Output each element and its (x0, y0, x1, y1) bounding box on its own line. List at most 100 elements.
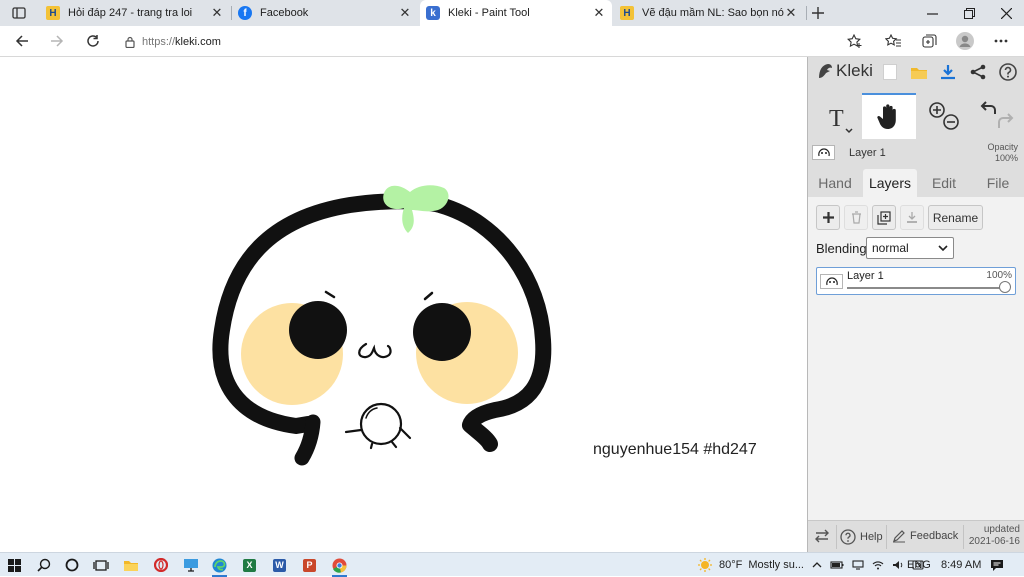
tab-layers[interactable]: Layers (863, 169, 917, 197)
blending-mode-select[interactable]: normal (866, 237, 954, 259)
close-window-button[interactable] (988, 0, 1024, 26)
settings-more-button[interactable] (990, 31, 1012, 51)
kleki-header: Kleki (808, 57, 1024, 87)
excel-app-button[interactable]: X (235, 553, 264, 577)
chrome-app-button[interactable] (325, 553, 354, 577)
footer-help-label: Help (860, 531, 883, 543)
download-button[interactable] (938, 62, 958, 82)
volume-icon[interactable] (892, 560, 904, 570)
address-toolbar: https://kleki.com (0, 26, 1024, 57)
share-button[interactable] (968, 62, 988, 82)
address-bar[interactable]: https://kleki.com (118, 29, 878, 54)
clock[interactable]: 8:49 AM (941, 553, 981, 577)
tab-hoidap247[interactable]: H Hỏi đáp 247 - trang tra loi ✕ (40, 0, 230, 26)
wifi-icon[interactable] (872, 560, 884, 570)
swap-arrows-icon (815, 529, 829, 543)
close-tab-icon[interactable]: ✕ (784, 5, 798, 21)
hand-tool-button[interactable] (862, 93, 916, 139)
open-image-button[interactable] (909, 62, 929, 82)
help-button[interactable] (998, 62, 1018, 82)
tab-title: Kleki - Paint Tool (448, 7, 530, 19)
restore-button[interactable] (951, 0, 987, 26)
chevron-up-icon[interactable] (812, 560, 822, 570)
undo-redo-buttons[interactable] (972, 93, 1022, 139)
tab-actions-button[interactable] (0, 0, 38, 26)
url-scheme: https:// (142, 35, 176, 48)
minimize-button[interactable] (914, 0, 950, 26)
tab-facebook[interactable]: f Facebook ✕ (232, 0, 418, 26)
powerpoint-icon: P (303, 558, 316, 572)
add-layer-button[interactable] (816, 205, 840, 230)
task-view-button[interactable] (86, 553, 115, 577)
opera-app-button[interactable] (146, 553, 175, 577)
swap-side-button[interactable] (814, 529, 830, 543)
new-tab-button[interactable] (808, 0, 828, 26)
cortana-button[interactable] (57, 553, 86, 577)
hoidap247-icon: H (46, 6, 60, 20)
layer-item[interactable]: Layer 1 100% (816, 267, 1016, 295)
search-button[interactable] (29, 553, 58, 577)
trash-icon (851, 211, 861, 224)
edge-app-button[interactable] (205, 553, 234, 577)
language-indicator[interactable]: ENG (907, 553, 931, 577)
layers-panel: Rename Blending normal Layer 1 100% (808, 197, 1024, 520)
tab-kleki[interactable]: k Kleki - Paint Tool ✕ (420, 0, 612, 26)
tab-divider (806, 6, 807, 20)
close-tab-icon[interactable]: ✕ (210, 5, 224, 21)
desktop-app-button[interactable] (176, 553, 205, 577)
layer-opacity-slider-handle[interactable] (999, 281, 1011, 293)
lock-icon (118, 36, 142, 48)
footer-feedback-button[interactable]: Feedback (892, 529, 958, 543)
tab-edit[interactable]: Edit (917, 169, 971, 197)
start-button[interactable] (0, 553, 29, 577)
blending-label: Blending (816, 241, 867, 256)
kleki-logo[interactable]: Kleki (816, 61, 873, 81)
tab-ve-dau-mam[interactable]: H Vẽ đậu mầm NL: Sao bọn nó yêu ✕ (614, 0, 804, 26)
layer-name: Layer 1 (847, 270, 884, 282)
little-body (359, 402, 403, 446)
zoom-buttons[interactable] (920, 93, 970, 139)
back-arrow-icon (15, 35, 28, 47)
active-layer-preview[interactable]: Layer 1 Opacity 100% (812, 142, 1021, 164)
battery-icon[interactable] (830, 560, 844, 570)
text-tool-button[interactable]: T (808, 93, 862, 139)
network-icon[interactable] (852, 560, 864, 570)
profile-button[interactable] (954, 31, 976, 51)
plus-icon (822, 212, 834, 223)
powerpoint-app-button[interactable]: P (295, 553, 324, 577)
tab-file[interactable]: File (971, 169, 1024, 197)
new-image-button[interactable] (880, 62, 900, 82)
notification-icon (991, 559, 1003, 571)
search-icon (36, 558, 50, 572)
add-favorite-button[interactable] (844, 31, 866, 51)
delete-layer-button[interactable] (844, 205, 868, 230)
notifications-button[interactable] (990, 553, 1004, 577)
right-brow (423, 291, 434, 301)
share-icon (970, 64, 986, 80)
facebook-icon: f (238, 6, 252, 20)
refresh-button[interactable] (80, 30, 106, 52)
drawing-canvas[interactable]: nguyenhue154 #hd247 (0, 57, 808, 552)
file-explorer-button[interactable] (116, 553, 145, 577)
weather-text: Mostly su... (748, 559, 804, 571)
close-tab-icon[interactable]: ✕ (398, 5, 412, 21)
layer-mini-opacity: Opacity 100% (987, 142, 1018, 164)
layer-opacity-slider[interactable] (847, 287, 1005, 289)
duplicate-layer-button[interactable] (872, 205, 896, 230)
word-app-button[interactable]: W (265, 553, 294, 577)
close-tab-icon[interactable]: ✕ (592, 5, 606, 21)
merge-layer-button[interactable] (900, 205, 924, 230)
weather-widget[interactable]: 80°F Mostly su... (697, 553, 804, 577)
tab-hand[interactable]: Hand (808, 169, 862, 197)
opacity-label: Opacity (987, 142, 1018, 152)
monitor-icon (183, 559, 198, 572)
restore-icon (963, 7, 975, 19)
favorites-button[interactable] (882, 31, 904, 51)
collections-button[interactable] (918, 31, 940, 51)
footer-help-button[interactable]: Help (840, 529, 883, 545)
rename-layer-button[interactable]: Rename (928, 205, 983, 230)
footer-divider (836, 525, 837, 549)
changelog-link[interactable]: updated 2021-06-16 (969, 524, 1020, 548)
forward-button[interactable] (44, 30, 70, 52)
back-button[interactable] (9, 30, 35, 52)
